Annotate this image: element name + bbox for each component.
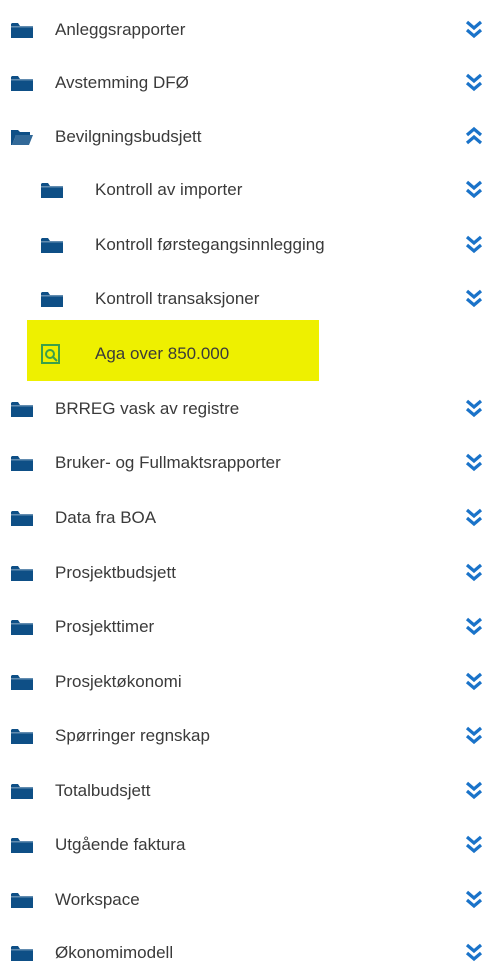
tree-item-label: Bruker- og Fullmaktsrapporter — [55, 453, 281, 472]
chevron-double-down-icon[interactable] — [464, 178, 484, 200]
chevron-double-down-icon[interactable] — [464, 670, 484, 692]
tree-folder-konomimodell[interactable]: Økonomimodell — [0, 933, 492, 973]
chevron-double-down-icon[interactable] — [464, 287, 484, 309]
chevron-double-down-icon[interactable] — [464, 615, 484, 637]
tree-item-label: Prosjektøkonomi — [55, 672, 182, 691]
chevron-double-down-icon[interactable] — [464, 506, 484, 528]
folder-icon — [10, 508, 34, 528]
tree-folder-anleggsrapporter[interactable]: Anleggsrapporter — [0, 10, 492, 50]
tree-folder-bevilgningsbudsjett[interactable]: Bevilgningsbudsjett — [0, 117, 492, 157]
tree-folder-utga-ende-faktura[interactable]: Utgående faktura — [0, 825, 492, 865]
tree-folder-kontroll-transaksjoner[interactable]: Kontroll transaksjoner — [0, 279, 492, 319]
tree-item-label: Workspace — [55, 890, 140, 909]
tree-folder-kontroll-f-rstegangsinnlegging[interactable]: Kontroll førstegangsinnlegging — [0, 225, 492, 265]
chevron-double-down-icon[interactable] — [464, 561, 484, 583]
folder-icon — [10, 73, 34, 93]
tree-item-label: Totalbudsjett — [55, 781, 151, 800]
folder-icon — [10, 726, 34, 746]
folder-icon — [10, 672, 34, 692]
tree-item-label: Kontroll transaksjoner — [95, 289, 260, 308]
tree-folder-kontroll-av-importer[interactable]: Kontroll av importer — [0, 170, 492, 210]
chevron-double-down-icon[interactable] — [464, 941, 484, 963]
tree-folder-sp-rringer-regnskap[interactable]: Spørringer regnskap — [0, 716, 492, 756]
tree-folder-avstemming-df[interactable]: Avstemming DFØ — [0, 63, 492, 103]
chevron-double-down-icon[interactable] — [464, 779, 484, 801]
tree-item-label: Avstemming DFØ — [55, 73, 189, 92]
tree-item-label: Prosjekttimer — [55, 617, 155, 636]
folder-icon — [10, 781, 34, 801]
tree-item-label: Anleggsrapporter — [55, 20, 186, 39]
tree-item-label: Spørringer regnskap — [55, 726, 210, 745]
tree-report-aga-over-850-000[interactable]: Aga over 850.000 — [0, 334, 492, 374]
tree-item-label: Økonomimodell — [55, 943, 174, 962]
folder-open-icon — [10, 127, 34, 147]
tree-item-label: Bevilgningsbudsjett — [55, 127, 202, 146]
folder-icon — [10, 20, 34, 40]
folder-icon — [40, 289, 64, 309]
chevron-double-down-icon[interactable] — [464, 833, 484, 855]
report-search-icon — [40, 343, 62, 365]
chevron-double-down-icon[interactable] — [464, 71, 484, 93]
chevron-double-up-icon[interactable] — [464, 125, 484, 147]
tree-item-label: Utgående faktura — [55, 835, 186, 854]
tree-folder-brreg-vask-av-registre[interactable]: BRREG vask av registre — [0, 389, 492, 429]
tree-folder-prosjekttimer[interactable]: Prosjekttimer — [0, 607, 492, 647]
tree-item-label: Aga over 850.000 — [95, 344, 230, 363]
chevron-double-down-icon[interactable] — [464, 451, 484, 473]
chevron-double-down-icon[interactable] — [464, 397, 484, 419]
folder-tree: Anleggsrapporter Avstemming DFØ Bevilgning… — [0, 0, 492, 975]
tree-folder-prosjektbudsjett[interactable]: Prosjektbudsjett — [0, 553, 492, 593]
folder-icon — [10, 943, 34, 963]
folder-icon — [40, 235, 64, 255]
folder-icon — [10, 453, 34, 473]
folder-icon — [10, 399, 34, 419]
tree-item-label: Data fra BOA — [55, 508, 157, 527]
tree-folder-prosjekt-konomi[interactable]: Prosjektøkonomi — [0, 662, 492, 702]
folder-icon — [40, 180, 64, 200]
tree-item-label: Kontroll førstegangsinnlegging — [95, 235, 325, 254]
tree-folder-bruker-og-fullmaktsrapporter[interactable]: Bruker- og Fullmaktsrapporter — [0, 443, 492, 483]
folder-icon — [10, 617, 34, 637]
folder-icon — [10, 890, 34, 910]
chevron-double-down-icon[interactable] — [464, 888, 484, 910]
tree-folder-totalbudsjett[interactable]: Totalbudsjett — [0, 771, 492, 811]
tree-item-label: BRREG vask av registre — [55, 399, 240, 418]
chevron-double-down-icon[interactable] — [464, 18, 484, 40]
tree-folder-data-fra-boa[interactable]: Data fra BOA — [0, 498, 492, 538]
chevron-double-down-icon[interactable] — [464, 724, 484, 746]
folder-icon — [10, 563, 34, 583]
chevron-double-down-icon[interactable] — [464, 233, 484, 255]
tree-item-label: Prosjektbudsjett — [55, 563, 176, 582]
tree-item-label: Kontroll av importer — [95, 180, 243, 199]
tree-folder-workspace[interactable]: Workspace — [0, 880, 492, 920]
folder-icon — [10, 835, 34, 855]
